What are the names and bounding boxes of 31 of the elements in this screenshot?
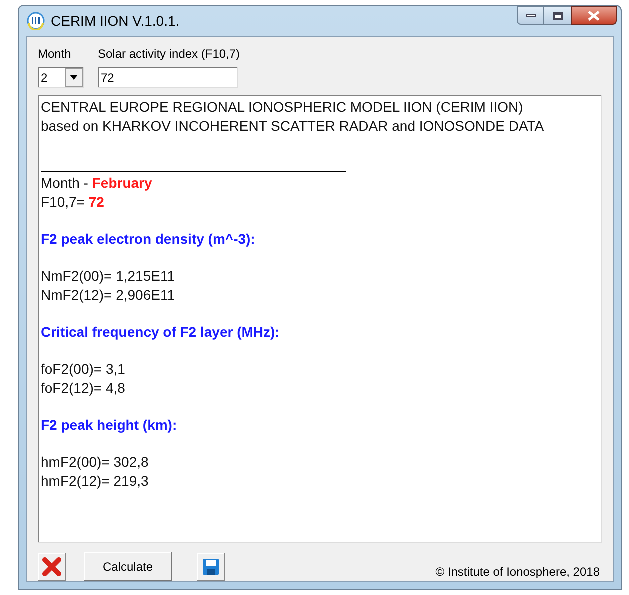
close-button[interactable] — [571, 6, 617, 25]
maximize-button[interactable] — [544, 6, 571, 25]
report-parameter: Month - February — [41, 174, 154, 192]
solar-index-field[interactable]: 72 — [98, 67, 238, 88]
report-parameter: F10,7= 72 — [41, 192, 106, 211]
result-line: NmF2(12)= 2,906E11 — [41, 286, 176, 304]
report-header-text: CENTRAL EUROPE REGIONAL IONOSPHERIC MODEL IION (CERIM IION) — [41, 98, 524, 116]
maximize-icon — [552, 12, 562, 20]
section-heading: F2 peak height (km): — [41, 416, 178, 434]
result-line: hmF2(12)= 219,3 — [41, 472, 150, 490]
app-logo-icon — [27, 12, 45, 30]
close-icon — [588, 10, 600, 20]
minimize-icon — [526, 14, 536, 17]
calculate-button[interactable]: Calculate — [84, 552, 172, 581]
result-line: NmF2(00)= 1,215E11 — [41, 267, 176, 286]
window-title: CERIM IION V.1.0.1. — [51, 12, 180, 30]
save-button[interactable] — [197, 552, 225, 580]
section-heading: F2 peak electron density (m^-3): — [41, 230, 256, 248]
result-line: hmF2(00)= 302,8 — [41, 453, 150, 472]
month-label: Month — [38, 46, 72, 63]
copyright-text: © Institute of Ionosphere, 2018 — [436, 564, 600, 581]
report-header-text: based on KHARKOV INCOHERENT SCATTER RADAR and IONOSONDE DATA — [41, 116, 546, 135]
close-icon — [42, 556, 62, 576]
month-dropdown[interactable]: 2 — [38, 67, 84, 88]
minimize-button[interactable] — [517, 6, 544, 25]
result-line: foF2(12)= 4,8 — [41, 378, 126, 397]
result-line: foF2(00)= 3,1 — [41, 360, 126, 378]
clear-button[interactable] — [38, 552, 66, 580]
dropdown-arrow-icon — [70, 75, 78, 80]
section-heading: Critical frequency of F2 layer (MHz): — [41, 323, 281, 342]
solar-index-label: Solar activity index (F10,7) — [98, 46, 240, 63]
